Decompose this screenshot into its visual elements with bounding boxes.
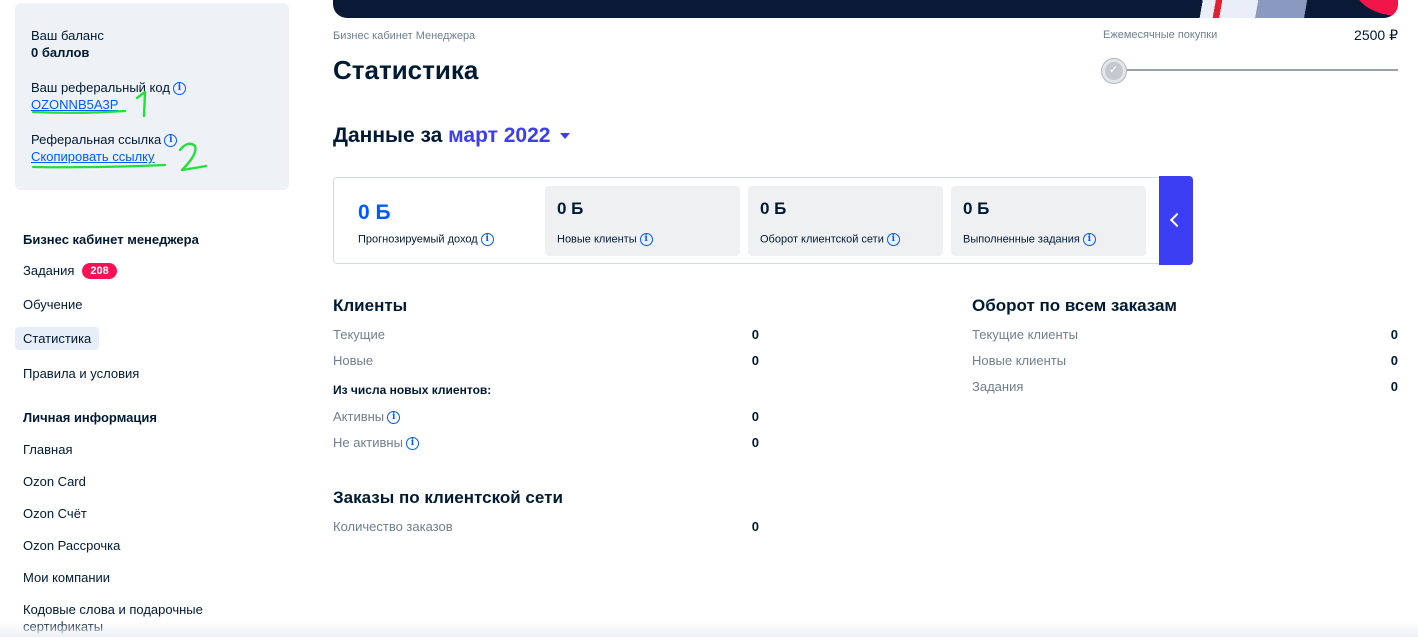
check-icon	[1102, 59, 1126, 83]
stat-label: Выполненные задания i	[963, 233, 1096, 246]
stat-label-text: Выполненные задания	[963, 233, 1080, 246]
annotation-marks: 1 2	[31, 90, 208, 172]
sidebar-item-my-companies[interactable]: Мои компании	[23, 569, 110, 586]
stat-value: 0 Б	[358, 201, 391, 224]
nav-section-personal: Личная информация	[23, 410, 157, 425]
monthly-progress-track	[1112, 69, 1398, 71]
period-selector: Данные за март 2022	[333, 124, 571, 148]
clients-active-label: Активны i	[333, 409, 401, 425]
clients-active-value: 0	[751, 409, 759, 424]
balance-value: 0 баллов	[31, 45, 90, 60]
turnover-tasks-label: Задания	[972, 379, 1024, 394]
turnover-current-value: 0	[1390, 327, 1398, 342]
balance-label: Ваш баланс	[31, 28, 104, 43]
stat-label: Оборот клиентской сети i	[760, 233, 900, 246]
tasks-count-badge: 208	[82, 263, 117, 279]
stat-label: Новые клиенты i	[557, 233, 653, 246]
clients-inactive-value: 0	[751, 435, 759, 450]
info-icon[interactable]: i	[405, 437, 419, 451]
stat-card-new-clients[interactable]: 0 Б Новые клиенты i	[545, 186, 740, 256]
stat-label-text: Новые клиенты	[557, 233, 637, 246]
breadcrumb[interactable]: Бизнес кабинет Менеджера	[333, 30, 475, 42]
promo-banner[interactable]	[333, 0, 1398, 18]
clients-subhead: Из числа новых клиентов:	[333, 383, 492, 397]
info-icon[interactable]: i	[639, 233, 653, 246]
sidebar-item-tasks[interactable]: Задания 208	[23, 262, 117, 279]
stat-label-text: Прогнозируемый доход	[358, 233, 478, 246]
clients-new-label: Новые	[333, 353, 374, 368]
orders-title: Заказы по клиентской сети	[333, 488, 563, 507]
orders-count-value: 0	[751, 519, 759, 534]
sidebar-item-label: Задания	[23, 263, 75, 278]
chevron-left-icon[interactable]	[1159, 176, 1193, 265]
annotation-1: 1	[140, 117, 141, 119]
orders-count-label: Количество заказов	[333, 519, 453, 534]
page-title: Статистика	[333, 55, 479, 85]
sidebar-item-ozon-card[interactable]: Ozon Card	[23, 473, 86, 490]
stat-value: 0 Б	[963, 199, 990, 218]
stat-label-text: Оборот клиентской сети	[760, 233, 884, 246]
turnover-title: Оборот по всем заказам	[972, 296, 1177, 315]
stat-card-completed-tasks[interactable]: 0 Б Выполненные задания i	[951, 186, 1146, 256]
clients-current-label: Текущие	[333, 327, 385, 342]
info-icon[interactable]: i	[480, 233, 494, 246]
info-icon[interactable]: i	[1082, 233, 1096, 246]
nav-section-business: Бизнес кабинет менеджера	[23, 232, 199, 247]
info-icon[interactable]: i	[886, 233, 900, 246]
sidebar-item-statistics[interactable]: Статистика	[15, 327, 100, 350]
period-month-label: март 2022	[448, 124, 551, 147]
banner-graphic-circle	[1355, 0, 1398, 16]
turnover-new-value: 0	[1390, 353, 1398, 368]
clients-new-value: 0	[751, 353, 759, 368]
bottom-fade	[0, 622, 1418, 637]
period-month-dropdown[interactable]: март 2022	[448, 124, 571, 147]
sidebar-item-ozon-account[interactable]: Ozon Счёт	[23, 505, 87, 522]
stats-strip: 0 Б Прогнозируемый доход i 0 Б Новые клие…	[333, 177, 1193, 264]
banner-graphic	[1193, 0, 1353, 18]
period-prefix: Данные за	[333, 124, 443, 147]
monthly-purchases-target: 2500 ₽	[1354, 27, 1398, 43]
stat-value: 0 Б	[760, 199, 787, 218]
sidebar-item-rules[interactable]: Правила и условия	[23, 365, 139, 382]
turnover-new-label: Новые клиенты	[972, 353, 1067, 368]
turnover-current-label: Текущие клиенты	[972, 327, 1078, 342]
stat-label: Прогнозируемый доход i	[358, 233, 494, 246]
clients-inactive-text: Не активны	[333, 435, 403, 450]
stat-card-network-turnover[interactable]: 0 Б Оборот клиентской сети i	[748, 186, 943, 256]
sidebar-item-learning[interactable]: Обучение	[23, 296, 82, 313]
clients-title: Клиенты	[333, 296, 408, 315]
turnover-tasks-value: 0	[1390, 379, 1398, 394]
info-icon[interactable]: i	[387, 411, 401, 425]
sidebar-item-home[interactable]: Главная	[23, 441, 72, 458]
sidebar-item-ozon-installment[interactable]: Ozon Рассрочка	[23, 537, 120, 554]
clients-inactive-label: Не активны i	[333, 435, 419, 451]
stat-card-forecast: 0 Б Прогнозируемый доход i	[334, 186, 539, 256]
clients-current-value: 0	[751, 327, 759, 342]
clients-active-text: Активны	[333, 409, 385, 424]
stat-value: 0 Б	[557, 199, 584, 218]
monthly-purchases-label: Ежемесячные покупки	[1103, 29, 1218, 41]
caret-down-icon	[560, 133, 571, 140]
